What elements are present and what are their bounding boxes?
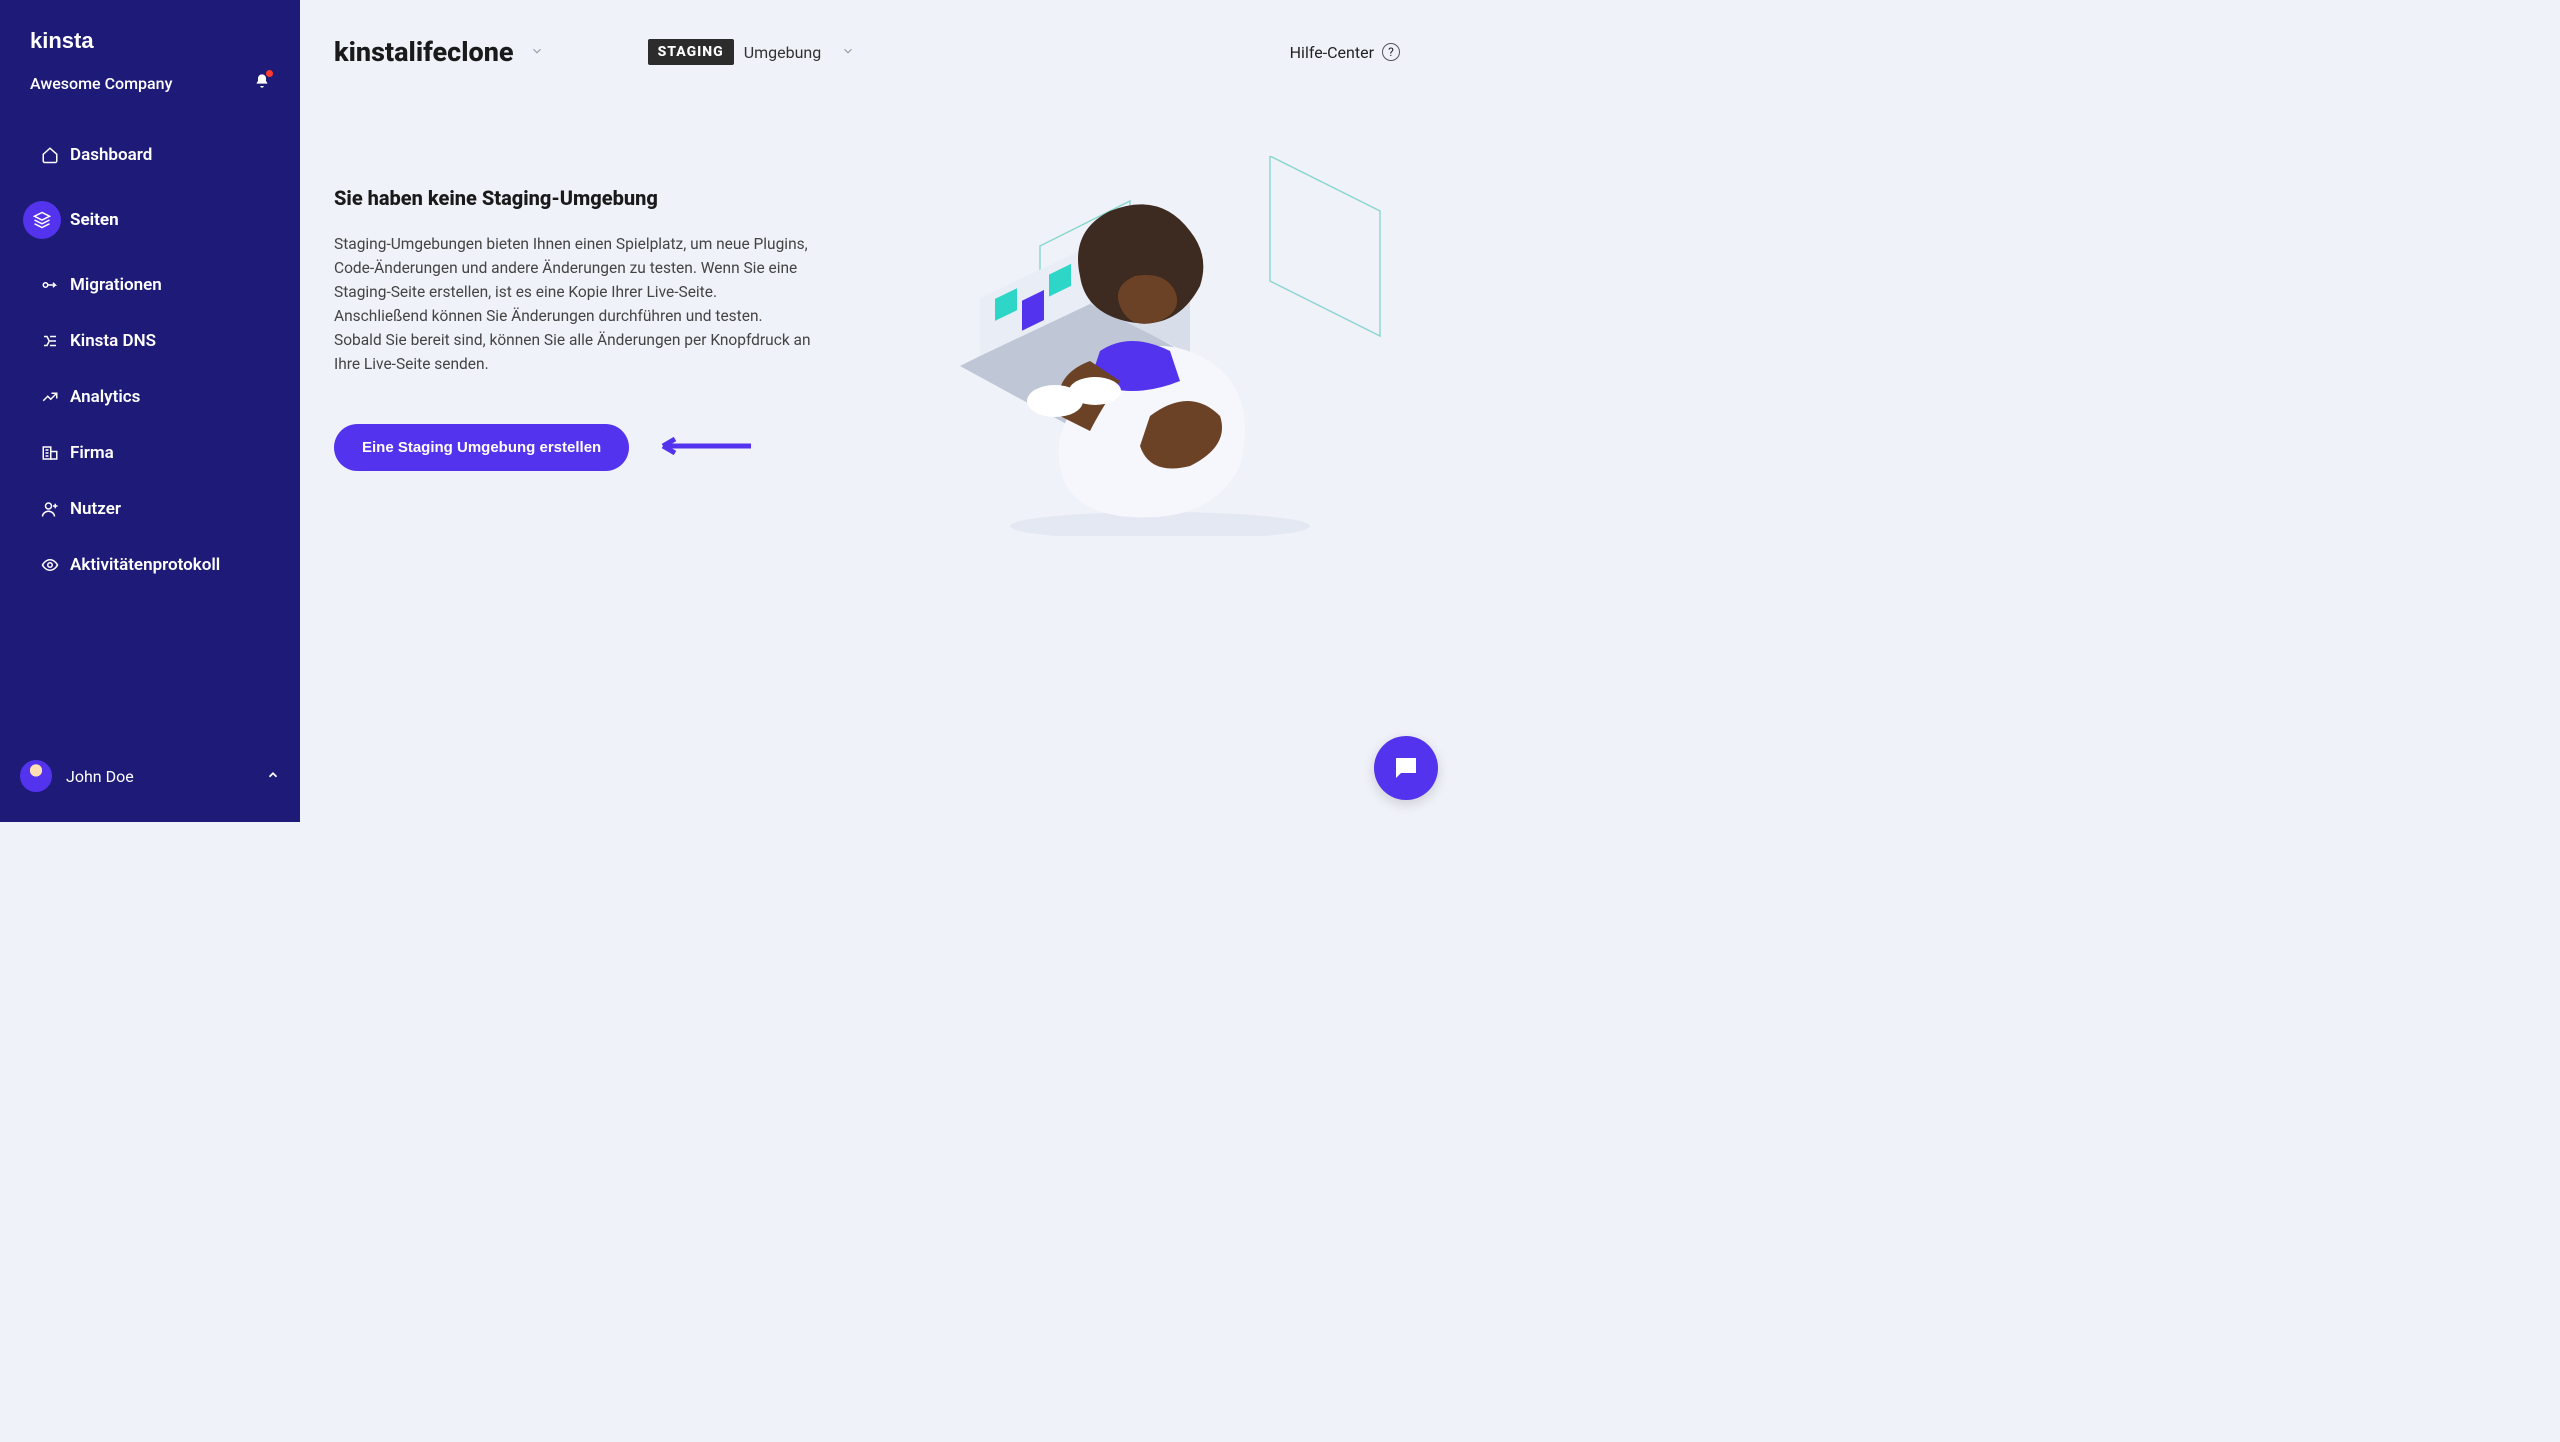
chat-fab[interactable] [1374, 736, 1438, 800]
sidebar-item-label: Kinsta DNS [70, 331, 156, 351]
help-icon: ? [1382, 43, 1400, 61]
sidebar-item-seiten[interactable]: Seiten [18, 189, 282, 251]
topbar: kinstalifeclone STAGING Umgebung Hilfe-C… [334, 36, 1400, 68]
sidebar-item-analytics[interactable]: Analytics [18, 375, 282, 419]
logo: kinsta [0, 28, 300, 59]
env-badge: STAGING [648, 39, 734, 65]
chevron-up-icon [266, 767, 280, 786]
sidebar-item-dashboard[interactable]: Dashboard [18, 133, 282, 177]
user-name: John Doe [66, 767, 134, 786]
page-heading: Sie haben keine Staging-Umgebung [334, 186, 834, 210]
help-label: Hilfe-Center [1290, 43, 1374, 62]
sidebar-item-label: Seiten [70, 210, 119, 230]
sidebar-item-label: Firma [70, 443, 114, 463]
layers-icon [23, 201, 61, 239]
migrate-icon [30, 276, 70, 294]
env-label[interactable]: Umgebung [744, 43, 822, 62]
sidebar-item-migrationen[interactable]: Migrationen [18, 263, 282, 307]
sidebar: kinsta Awesome Company Dashboard Seiten … [0, 0, 300, 822]
sidebar-item-aktivitaeten[interactable]: Aktivitätenprotokoll [18, 543, 282, 587]
dns-icon [30, 332, 70, 350]
help-center-link[interactable]: Hilfe-Center ? [1290, 43, 1400, 62]
user-menu[interactable]: John Doe [0, 742, 300, 822]
illustration [960, 156, 1400, 540]
company-name[interactable]: Awesome Company [30, 74, 172, 93]
eye-icon [30, 556, 70, 574]
sidebar-item-label: Migrationen [70, 275, 162, 295]
create-staging-button[interactable]: Eine Staging Umgebung erstellen [334, 424, 629, 471]
notification-dot [266, 70, 273, 77]
user-icon [30, 500, 70, 518]
sidebar-item-dns[interactable]: Kinsta DNS [18, 319, 282, 363]
svg-text:kinsta: kinsta [30, 30, 94, 52]
sidebar-nav: Dashboard Seiten Migrationen Kinsta DNS … [0, 133, 300, 742]
chevron-down-icon[interactable] [530, 43, 544, 62]
sidebar-item-firma[interactable]: Firma [18, 431, 282, 475]
main-content: kinstalifeclone STAGING Umgebung Hilfe-C… [300, 0, 1460, 822]
sidebar-item-label: Analytics [70, 387, 140, 407]
company-icon [30, 444, 70, 462]
notifications-bell-icon[interactable] [254, 73, 270, 93]
sidebar-item-nutzer[interactable]: Nutzer [18, 487, 282, 531]
sidebar-item-label: Aktivitätenprotokoll [70, 555, 220, 575]
analytics-icon [30, 388, 70, 406]
site-title[interactable]: kinstalifeclone [334, 36, 514, 68]
sidebar-item-label: Dashboard [70, 145, 152, 165]
chevron-down-icon[interactable] [841, 43, 855, 62]
arrow-left-icon [661, 436, 761, 460]
sidebar-item-label: Nutzer [70, 499, 121, 519]
page-description: Staging-Umgebungen bieten Ihnen einen Sp… [334, 232, 814, 376]
avatar [20, 760, 52, 792]
home-icon [30, 146, 70, 164]
